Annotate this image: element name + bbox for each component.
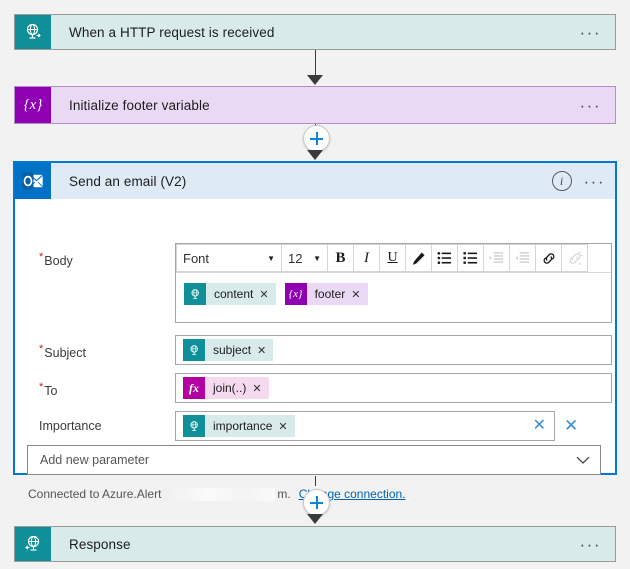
- connector-line: [315, 476, 316, 486]
- numbered-list-icon: [437, 252, 452, 264]
- outdent-button[interactable]: [510, 244, 536, 272]
- token-text: importance: [213, 419, 273, 433]
- bulleted-list-button[interactable]: [458, 244, 484, 272]
- http-request-icon: [183, 415, 205, 437]
- pen-icon: [412, 252, 425, 265]
- http-request-icon: [183, 339, 205, 361]
- dynamic-token-content[interactable]: content ✕: [184, 283, 276, 305]
- body-field-editor[interactable]: Font ▼ 12 ▼ B I U content ✕ {x} footer ✕: [175, 243, 612, 323]
- italic-button[interactable]: I: [354, 244, 380, 272]
- connector-arrow-icon: [307, 75, 323, 85]
- required-marker: *: [39, 343, 44, 355]
- bold-button[interactable]: B: [328, 244, 354, 272]
- font-size-select[interactable]: 12 ▼: [282, 244, 328, 272]
- flow-step-title: Initialize footer variable: [69, 97, 210, 113]
- indent-icon: [489, 252, 504, 263]
- to-field-label: *To: [39, 381, 58, 399]
- flow-step-title: When a HTTP request is received: [69, 24, 275, 40]
- clear-importance-button[interactable]: ✕: [533, 418, 546, 434]
- remove-importance-parameter-button[interactable]: ✕: [564, 417, 578, 434]
- connection-suffix: m.: [277, 487, 291, 501]
- remove-link-button[interactable]: [562, 244, 588, 272]
- info-icon[interactable]: i: [551, 171, 572, 191]
- token-text: join(..): [213, 381, 247, 395]
- font-family-select[interactable]: Font ▼: [176, 244, 282, 272]
- token-text: subject: [213, 343, 252, 357]
- chevron-down-icon: ▼: [313, 253, 321, 263]
- function-icon: fx: [183, 377, 205, 399]
- redacted-connection-name: [163, 487, 276, 501]
- http-response-icon: [15, 527, 51, 561]
- connector-arrow-icon: [307, 514, 323, 524]
- outlook-icon: [15, 163, 51, 199]
- variable-icon-glyph: {x}: [288, 288, 303, 300]
- required-marker: *: [39, 381, 44, 393]
- rich-text-toolbar[interactable]: Font ▼ 12 ▼ B I U: [176, 244, 611, 273]
- required-marker: *: [39, 251, 44, 263]
- token-text: footer: [314, 287, 346, 301]
- variable-icon: {x}: [284, 283, 307, 305]
- flow-step-response[interactable]: Response ···: [14, 526, 616, 562]
- subject-input[interactable]: subject ✕: [175, 335, 612, 365]
- link-icon: [543, 252, 554, 264]
- importance-field-label: Importance: [39, 419, 102, 433]
- flow-step-header[interactable]: Send an email (V2) i ···: [15, 163, 615, 199]
- http-request-icon: [15, 15, 51, 49]
- underline-button[interactable]: U: [380, 244, 406, 272]
- flow-step-http-trigger[interactable]: When a HTTP request is received ···: [14, 14, 616, 50]
- bulleted-list-icon: [463, 252, 478, 264]
- flow-step-menu-button[interactable]: ···: [566, 527, 615, 561]
- dynamic-token-subject[interactable]: subject ✕: [183, 339, 274, 361]
- variable-icon: {x}: [15, 87, 51, 123]
- dynamic-token-footer[interactable]: {x} footer ✕: [284, 283, 368, 305]
- add-new-parameter-label: Add new parameter: [40, 453, 150, 467]
- chevron-down-icon: ▼: [267, 253, 275, 263]
- connector-arrow-icon: [307, 150, 323, 160]
- to-input[interactable]: fx join(..) ✕: [175, 373, 612, 403]
- flow-step-menu-button[interactable]: ···: [566, 87, 615, 123]
- flow-step-menu-button[interactable]: ···: [566, 15, 615, 49]
- dynamic-token-importance[interactable]: importance ✕: [183, 415, 295, 437]
- flow-step-initialize-variable[interactable]: {x} Initialize footer variable ···: [14, 86, 616, 124]
- expression-token-join[interactable]: fx join(..) ✕: [183, 377, 269, 399]
- connection-status-text: Connected to Azure.Alert m. Change connec…: [28, 487, 406, 501]
- subject-field-label: *Subject: [39, 343, 86, 361]
- unlink-icon: [569, 250, 583, 265]
- token-remove-icon[interactable]: ✕: [351, 288, 360, 301]
- http-request-icon: [184, 283, 206, 305]
- flow-step-send-email-card[interactable]: Send an email (V2) i ··· *Body Font ▼ 12…: [13, 161, 617, 501]
- connector-line: [315, 50, 316, 76]
- token-remove-icon[interactable]: ✕: [257, 344, 266, 357]
- body-field-label: *Body: [39, 251, 73, 269]
- text-color-button[interactable]: [406, 244, 432, 272]
- outdent-icon: [515, 252, 530, 263]
- token-remove-icon[interactable]: ✕: [252, 382, 261, 395]
- flow-step-title: Response: [69, 536, 131, 552]
- numbered-list-button[interactable]: [432, 244, 458, 272]
- importance-input[interactable]: importance ✕ ✕: [175, 411, 555, 441]
- indent-button[interactable]: [484, 244, 510, 272]
- body-field-content[interactable]: content ✕ {x} footer ✕: [176, 273, 611, 305]
- chevron-down-icon: [576, 456, 590, 465]
- flow-step-title: Send an email (V2): [69, 173, 187, 189]
- add-step-button-1[interactable]: [303, 125, 330, 152]
- variable-icon-glyph: {x}: [23, 96, 43, 113]
- font-family-value: Font: [183, 250, 210, 266]
- token-text: content: [214, 287, 254, 301]
- add-step-button-2[interactable]: [303, 489, 330, 516]
- insert-link-button[interactable]: [536, 244, 562, 272]
- add-new-parameter-select[interactable]: Add new parameter: [27, 445, 601, 475]
- flow-step-menu-button[interactable]: ···: [584, 173, 605, 190]
- token-remove-icon[interactable]: ✕: [278, 420, 287, 433]
- token-remove-icon[interactable]: ✕: [259, 288, 268, 301]
- connection-prefix: Connected to Azure.Alert: [28, 487, 162, 501]
- font-size-value: 12: [288, 250, 303, 266]
